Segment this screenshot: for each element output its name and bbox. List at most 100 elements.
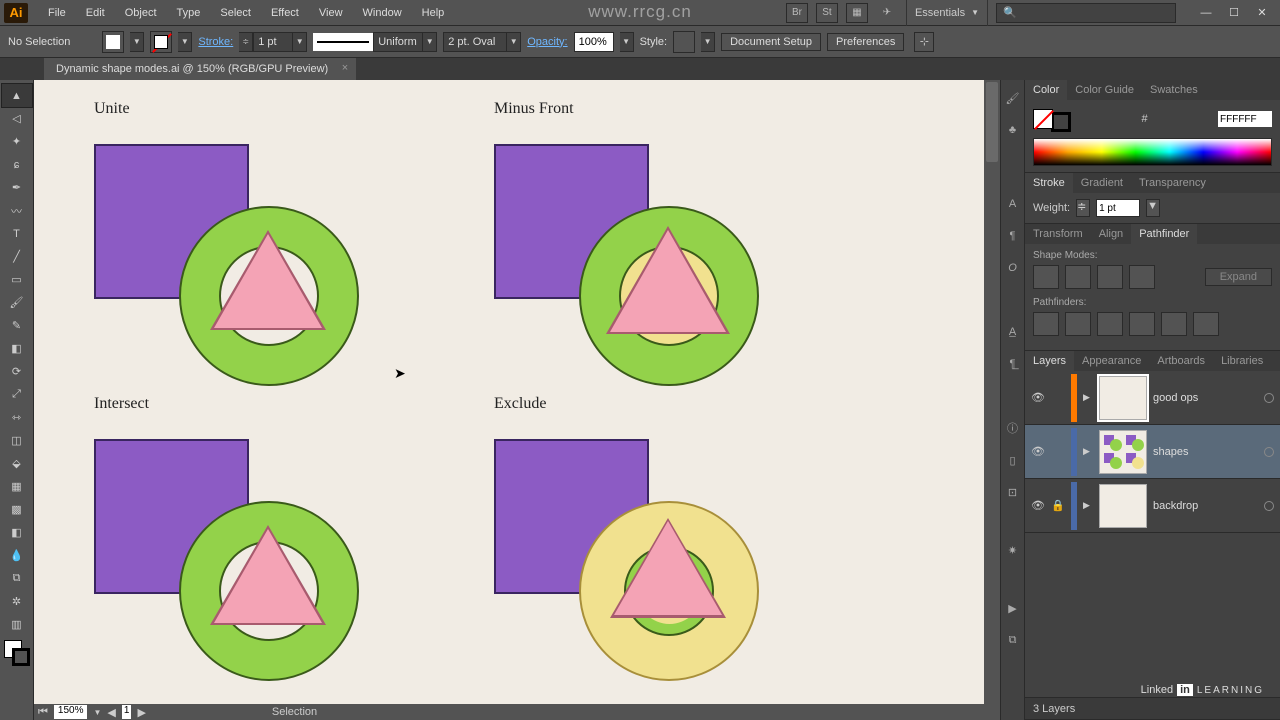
asset-export-panel-icon[interactable]: ✷ (1003, 540, 1023, 560)
navigator-panel-icon[interactable]: ⊡ (1003, 482, 1023, 502)
tab-transform[interactable]: Transform (1025, 224, 1091, 244)
crop-button[interactable] (1129, 312, 1155, 336)
align-to-icon[interactable]: ⊹ (914, 32, 934, 52)
tab-gradient[interactable]: Gradient (1073, 173, 1131, 193)
tab-stroke[interactable]: Stroke (1025, 173, 1073, 193)
shaper-tool-icon[interactable]: ✎ (2, 314, 32, 337)
tab-pathfinder[interactable]: Pathfinder (1131, 224, 1197, 244)
artboard-number[interactable]: 1 (122, 705, 132, 719)
color-spectrum[interactable] (1033, 138, 1272, 166)
layer-name[interactable]: shapes (1153, 446, 1258, 458)
artboards-panel-icon[interactable]: ▯ (1003, 450, 1023, 470)
window-close-icon[interactable]: ✕ (1248, 2, 1276, 24)
expand-layer-icon[interactable]: ▶ (1083, 392, 1093, 403)
target-indicator-icon[interactable] (1264, 447, 1274, 457)
fill-dropdown-icon[interactable]: ▼ (130, 32, 144, 52)
column-graph-tool-icon[interactable]: ▥ (2, 613, 32, 636)
opentype-panel-icon[interactable]: O (1003, 258, 1023, 278)
target-indicator-icon[interactable] (1264, 393, 1274, 403)
stroke-weight-stepper[interactable]: ≑ (239, 32, 253, 52)
layer-name[interactable]: good ops (1153, 392, 1258, 404)
stroke-profile-dd-icon[interactable]: ▼ (423, 32, 437, 52)
tab-swatches[interactable]: Swatches (1142, 80, 1206, 100)
paragraph-panel-icon[interactable]: ¶ (1003, 226, 1023, 246)
outline-button[interactable] (1161, 312, 1187, 336)
layer-row[interactable]: 👁 🔒 ▶ backdrop (1025, 479, 1280, 533)
artboard-first-icon[interactable]: ⏮ (38, 706, 48, 719)
stroke-indicator[interactable] (1051, 112, 1071, 132)
stroke-profile-name[interactable] (373, 32, 423, 52)
symbols-panel-icon[interactable]: ♣ (1003, 120, 1023, 140)
tab-color[interactable]: Color (1025, 80, 1067, 100)
hex-input[interactable] (1218, 111, 1272, 127)
menu-view[interactable]: View (309, 7, 353, 19)
tab-transparency[interactable]: Transparency (1131, 173, 1214, 193)
artboard-next-icon[interactable]: ▶ (137, 706, 145, 719)
graphic-style-swatch[interactable] (673, 31, 695, 53)
rotate-tool-icon[interactable]: ⟳ (2, 360, 32, 383)
tab-libraries[interactable]: Libraries (1213, 351, 1271, 371)
stroke-panel-link[interactable]: Stroke: (198, 36, 233, 48)
expand-button[interactable]: Expand (1205, 268, 1272, 286)
menu-help[interactable]: Help (412, 7, 455, 19)
bridge-icon[interactable]: Br (786, 3, 808, 23)
weight-stepper[interactable]: ≑ (1076, 199, 1090, 217)
visibility-toggle-icon[interactable]: 👁 (1031, 445, 1045, 458)
lasso-tool-icon[interactable]: ɕ (2, 153, 32, 176)
fill-swatch[interactable] (102, 31, 124, 53)
curvature-tool-icon[interactable]: 〰 (2, 199, 32, 222)
brush-dd-icon[interactable]: ▼ (507, 32, 521, 52)
weight-input[interactable] (1096, 199, 1140, 217)
document-tab[interactable]: Dynamic shape modes.ai @ 150% (RGB/GPU P… (44, 58, 356, 80)
scale-tool-icon[interactable]: ⤢ (2, 383, 32, 406)
selection-tool-icon[interactable]: ▲ (2, 84, 32, 107)
links-panel-icon[interactable]: ⧉ (1003, 630, 1023, 650)
magic-wand-tool-icon[interactable]: ✦ (2, 130, 32, 153)
info-panel-icon[interactable]: ⓘ (1003, 418, 1023, 438)
expand-layer-icon[interactable]: ▶ (1083, 500, 1093, 511)
direct-selection-tool-icon[interactable]: ◁ (2, 107, 32, 130)
free-transform-tool-icon[interactable]: ◫ (2, 429, 32, 452)
window-minimize-icon[interactable]: — (1192, 2, 1220, 24)
style-dd-icon[interactable]: ▼ (701, 32, 715, 52)
tab-color-guide[interactable]: Color Guide (1067, 80, 1142, 100)
blend-tool-icon[interactable]: ⧉ (2, 567, 32, 590)
symbol-sprayer-tool-icon[interactable]: ✲ (2, 590, 32, 613)
opacity-panel-link[interactable]: Opacity: (527, 36, 567, 48)
paintbrush-tool-icon[interactable]: 🖌 (2, 291, 32, 314)
perspective-grid-tool-icon[interactable]: ▦ (2, 475, 32, 498)
artboard[interactable]: Unite Minus Front (34, 80, 1000, 720)
gpu-icon[interactable]: ✈ (876, 3, 898, 23)
tab-close-icon[interactable]: × (342, 62, 348, 74)
trim-button[interactable] (1065, 312, 1091, 336)
arrange-docs-icon[interactable]: ▦ (846, 3, 868, 23)
shape-builder-tool-icon[interactable]: ⬙ (2, 452, 32, 475)
layer-name[interactable]: backdrop (1153, 500, 1258, 512)
fill-indicator[interactable] (1033, 109, 1053, 129)
zoom-dd-icon[interactable]: ▼ (93, 708, 101, 717)
visibility-toggle-icon[interactable]: 👁 (1031, 499, 1045, 512)
menu-effect[interactable]: Effect (261, 7, 309, 19)
brush-definition[interactable] (443, 32, 507, 52)
vertical-scrollbar[interactable] (984, 80, 1000, 704)
stroke-dropdown-icon[interactable]: ▼ (178, 32, 192, 52)
rectangle-tool-icon[interactable]: ▭ (2, 268, 32, 291)
target-indicator-icon[interactable] (1264, 501, 1274, 511)
merge-button[interactable] (1097, 312, 1123, 336)
search-input[interactable]: 🔍 (996, 3, 1176, 23)
char-styles-panel-icon[interactable]: A̲ (1003, 322, 1023, 342)
workspace-switcher[interactable]: Essentials ▼ (906, 0, 988, 26)
menu-window[interactable]: Window (353, 7, 412, 19)
stroke-weight-dd-icon[interactable]: ▼ (293, 32, 307, 52)
pen-tool-icon[interactable]: ✒ (2, 176, 32, 199)
window-restore-icon[interactable]: ☐ (1220, 2, 1248, 24)
actions-panel-icon[interactable]: ▶ (1003, 598, 1023, 618)
character-panel-icon[interactable]: A (1003, 194, 1023, 214)
stroke-profile[interactable] (313, 33, 373, 51)
minus-back-button[interactable] (1193, 312, 1219, 336)
opacity-dd-icon[interactable]: ▼ (620, 32, 634, 52)
menu-edit[interactable]: Edit (76, 7, 115, 19)
lock-toggle-icon[interactable]: 🔒 (1051, 499, 1065, 512)
eraser-tool-icon[interactable]: ◧ (2, 337, 32, 360)
eyedropper-tool-icon[interactable]: 💧 (2, 544, 32, 567)
